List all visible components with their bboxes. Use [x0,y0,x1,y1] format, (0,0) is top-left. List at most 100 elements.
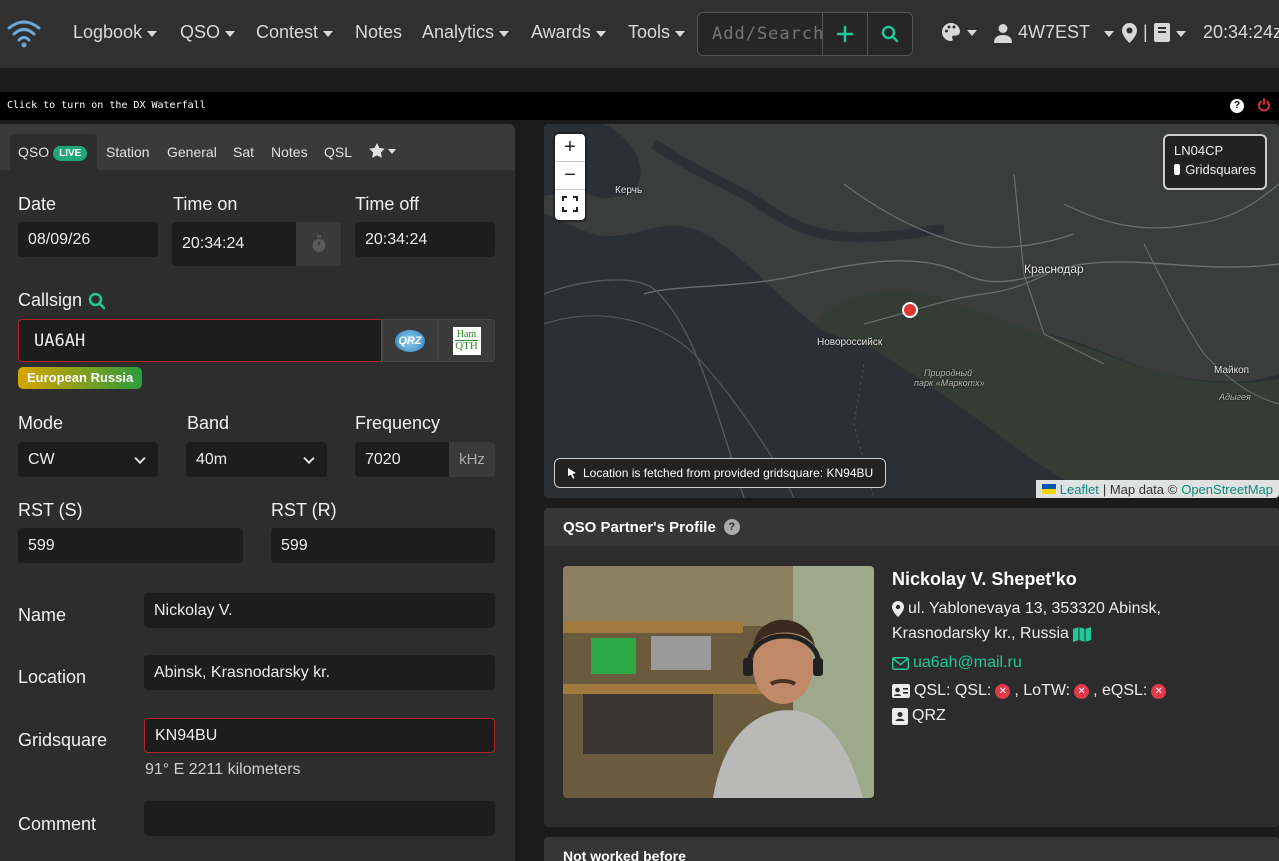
rst-sent-input[interactable]: 599 [18,528,243,563]
worked-before-title: Not worked before [563,848,686,861]
map-icon[interactable] [1072,626,1091,642]
band-select[interactable]: 40m [186,442,327,477]
qrz-lookup-button[interactable]: QRZ [382,319,438,362]
nav-tools[interactable]: Tools [628,22,686,43]
ukraine-flag-icon [1041,484,1056,494]
envelope-icon [892,656,909,670]
station-marker[interactable] [902,302,918,318]
partner-qsl-line: QSL: QSL: ✕ , LoTW: ✕ , eQSL: ✕ [892,682,1167,700]
tab-station[interactable]: Station [106,144,150,160]
caret-down-icon [499,30,510,37]
time-off-label: Time off [355,194,420,214]
qso-map[interactable]: Керчь Краснодар Новороссийск Майкоп Адыг… [544,124,1279,498]
palette-icon [942,23,960,41]
help-icon[interactable]: ? [1230,99,1244,113]
add-search-input[interactable] [698,13,822,55]
qso-form-panel: QSO LIVE Station General Sat Notes QSL Da… [0,124,515,861]
worked-before-card: Not worked before [544,837,1279,861]
location-menu[interactable]: | [1122,22,1186,43]
search-icon[interactable] [88,292,106,310]
comment-input[interactable] [144,801,495,836]
qso-partner-profile-card: QSO Partner's Profile ? Nickolay V. Shep… [544,508,1279,827]
app-root: Logbook QSO Contest Notes Analytics Awar… [0,0,1279,861]
address-book-icon [892,707,908,725]
time-off-input[interactable]: 20:34:24 [355,222,495,257]
tab-sat[interactable]: Sat [233,144,254,160]
name-input[interactable]: Nickolay V. [144,593,495,628]
live-badge: LIVE [53,146,88,161]
nav-analytics-label: Analytics [422,22,495,42]
date-input[interactable]: 08/09/26 [18,222,158,257]
fullscreen-button[interactable] [555,190,585,218]
comment-label: Comment [18,814,97,834]
tab-qso[interactable]: QSO LIVE [18,144,88,161]
gridsquares-toggle[interactable]: Gridsquares [1174,162,1256,177]
stopwatch-button[interactable] [296,222,341,266]
fullscreen-icon [562,196,578,212]
partner-address-line2: Krasnodarsky kr., Russia [892,625,1091,643]
nav-contest[interactable]: Contest [256,22,334,43]
gridsquare-input[interactable]: KN94BU [144,718,495,753]
qrz-logo: QRZ [395,329,425,352]
qso-tabs: QSO LIVE Station General Sat Notes QSL [0,124,515,170]
lotw-status-x-icon: ✕ [1074,683,1090,699]
map-location-note: Location is fetched from provided gridsq… [554,458,887,488]
mode-label: Mode [18,413,64,433]
nav-analytics[interactable]: Analytics [422,22,510,43]
caret-down-icon [323,30,334,37]
callsign-input[interactable]: UA6AH [18,319,382,362]
rst-received-label: RST (R) [271,500,337,520]
wifi-logo-icon[interactable] [5,14,43,52]
attribution-text: | Map data © [1102,481,1178,497]
hamqth-lookup-button[interactable]: Ham QTH [438,319,495,362]
search-icon [881,25,899,43]
address-line1-text: ul. Yablonevaya 13, 353320 Abinsk, [908,600,1161,617]
operator-photo [563,566,874,798]
help-icon[interactable]: ? [723,519,740,535]
tab-general[interactable]: General [167,144,217,160]
add-button[interactable] [822,13,867,55]
tab-qso-label: QSO [18,144,50,160]
location-input[interactable]: Abinsk, Krasnodarsky kr. [144,655,495,690]
dx-waterfall-bar[interactable]: Click to turn on the DX Waterfall [0,92,1279,120]
nav-qso[interactable]: QSO [180,22,236,43]
nav-logbook[interactable]: Logbook [73,22,158,43]
layer-control: LN04CP Gridsquares [1163,134,1267,190]
profile-source: QRZ [912,707,946,724]
gridsquare-label: Gridsquare [18,730,108,750]
mode-select[interactable]: CW [18,442,158,477]
partner-email-link[interactable]: ua6ah@mail.ru [913,654,1022,672]
tab-favorites[interactable] [369,143,396,158]
dx-waterfall-text[interactable]: Click to turn on the DX Waterfall [7,100,206,111]
zoom-in-button[interactable]: + [555,134,585,162]
nav-logbook-label: Logbook [73,22,143,42]
search-button[interactable] [867,13,912,55]
nav-notes[interactable]: Notes [355,22,402,43]
theme-menu[interactable] [941,22,977,42]
frequency-unit: kHz [449,442,495,477]
frequency-input[interactable]: 7020 [355,442,449,477]
qsl-status-x-icon: ✕ [995,683,1011,699]
leaflet-link[interactable]: Leaflet [1060,482,1099,497]
gridsquares-checkbox[interactable] [1174,164,1181,175]
star-icon [369,143,385,158]
zoom-out-button[interactable]: − [555,162,585,190]
nav-awards[interactable]: Awards [531,22,606,43]
partner-address-line1: ul. Yablonevaya 13, 353320 Abinsk, [892,600,1161,618]
callsign-label: Callsign [18,290,83,310]
frequency-label: Frequency [355,413,441,433]
tab-qsl[interactable]: QSL [324,144,352,160]
map-label-park-2: парк «Маркотх» [914,378,985,388]
openstreetmap-link[interactable]: OpenStreetMap [1181,482,1273,497]
tab-notes[interactable]: Notes [271,144,308,160]
partner-full-name: Nickolay V. Shepet'ko [892,569,1077,589]
rst-received-input[interactable]: 599 [271,528,495,563]
partner-email-line: ua6ah@mail.ru [892,654,1022,672]
time-on-input[interactable]: 20:34:24 [172,222,296,266]
user-callsign: 4W7EST [1018,22,1091,42]
power-icon[interactable] [1257,98,1271,112]
caret-down-icon [967,30,977,36]
user-menu[interactable]: 4W7EST [994,22,1115,43]
caret-down-icon [595,30,606,37]
caret-down-icon [147,30,158,37]
